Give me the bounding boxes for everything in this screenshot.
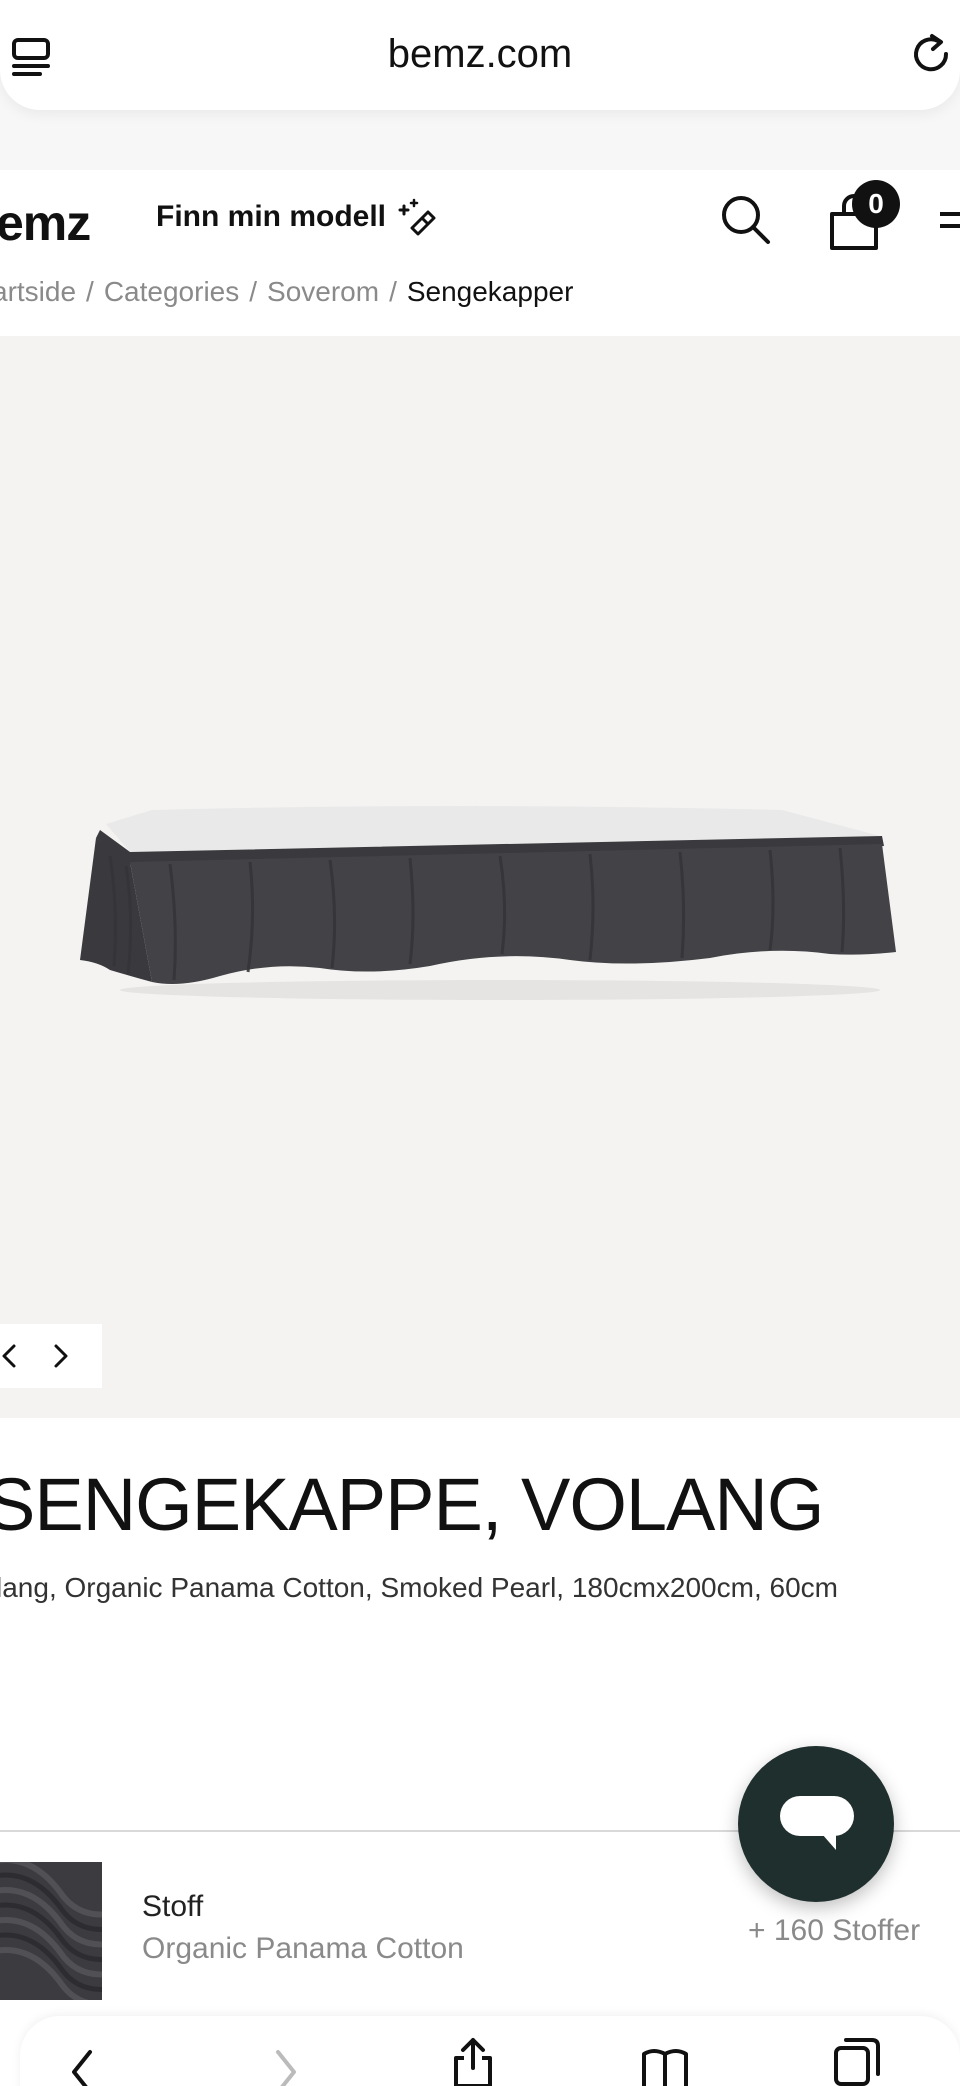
chevron-right-icon[interactable] [48, 1340, 74, 1372]
find-model-link[interactable]: Finn min modell [156, 200, 386, 234]
more-fabrics-link[interactable]: + 160 Stoffer [748, 1914, 920, 1948]
breadcrumb-separator: / [389, 276, 397, 307]
chevron-left-icon[interactable] [0, 1340, 22, 1372]
breadcrumb-item-soverom[interactable]: Soverom [267, 276, 379, 307]
chat-icon [780, 1796, 854, 1850]
breadcrumb-separator: / [86, 276, 94, 307]
address-bar[interactable]: bemz.com [0, 0, 960, 110]
tabs-overview-icon[interactable] [832, 2036, 882, 2086]
url-text[interactable]: bemz.com [0, 32, 960, 77]
breadcrumb-item-home[interactable]: artside [0, 276, 76, 307]
menu-icon[interactable] [936, 204, 960, 238]
fabric-value: Organic Panama Cotton [142, 1932, 464, 1965]
breadcrumb-current: Sengekapper [406, 276, 574, 307]
product-title: SENGEKAPPE, VOLANG [0, 1463, 824, 1546]
cart-count-badge: 0 [852, 180, 900, 228]
back-icon[interactable] [60, 2046, 110, 2086]
site-header: emz Finn min modell [0, 170, 960, 284]
forward-icon[interactable] [260, 2046, 310, 2086]
breadcrumb-item-categories[interactable]: Categories [104, 276, 239, 307]
gallery-nav [0, 1324, 102, 1388]
wand-icon[interactable] [396, 198, 440, 238]
chat-button[interactable] [738, 1746, 894, 1902]
search-icon[interactable] [718, 192, 772, 246]
bemz-logo[interactable]: emz [0, 194, 91, 252]
reload-icon[interactable] [910, 32, 956, 78]
browser-chrome: bemz.com [0, 0, 960, 170]
browser-toolbar [20, 2016, 960, 2086]
bookmarks-icon[interactable] [640, 2046, 690, 2086]
product-subtitle: lang, Organic Panama Cotton, Smoked Pear… [0, 1572, 838, 1603]
share-icon[interactable] [448, 2036, 498, 2086]
product-gallery[interactable] [0, 336, 960, 1418]
fabric-swatch[interactable] [0, 1862, 102, 2000]
breadcrumb-separator: / [249, 276, 258, 307]
breadcrumb: artside / Categories / Soverom / Sengekapper [0, 272, 960, 318]
product-image [80, 806, 896, 1000]
fabric-label: Stoff [142, 1890, 204, 1923]
